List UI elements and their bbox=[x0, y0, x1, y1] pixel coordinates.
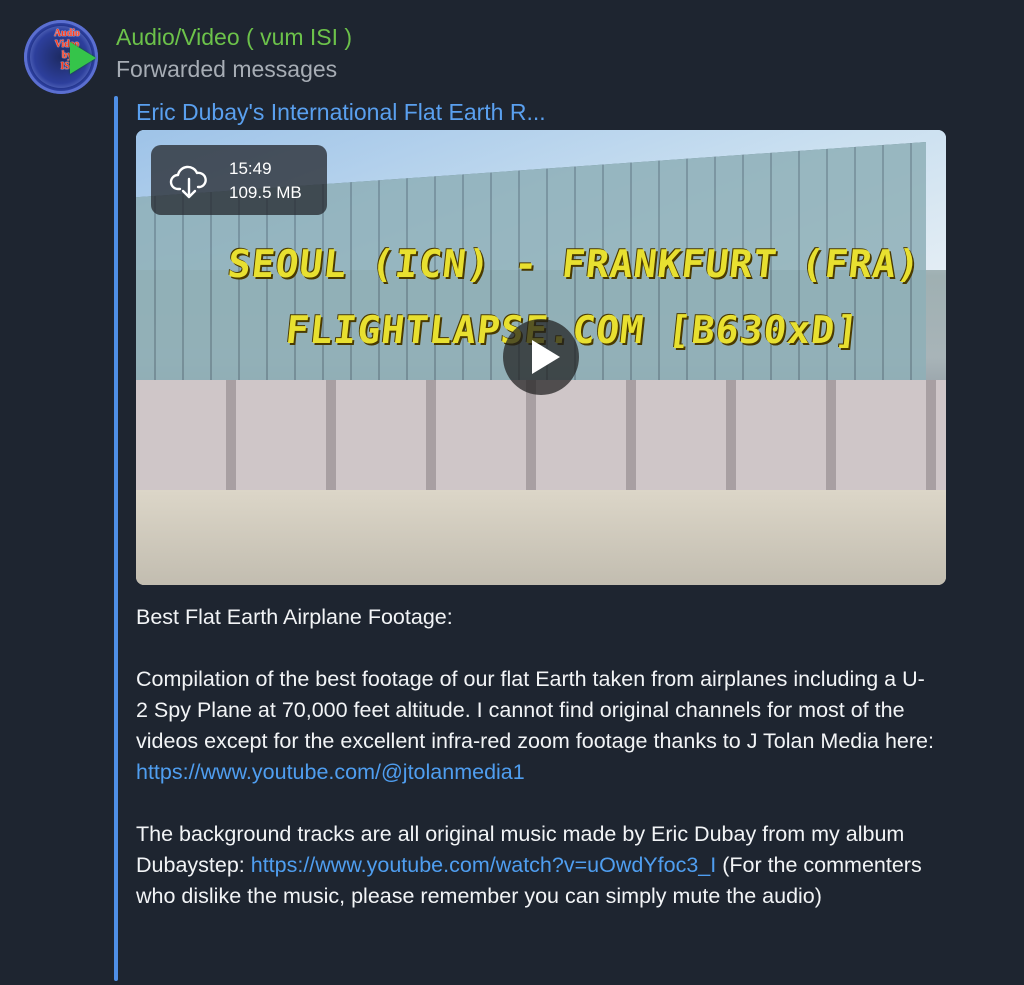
jtolanmedia-link[interactable]: https://www.youtube.com/@jtolanmedia1 bbox=[136, 760, 525, 784]
message-caption: Best Flat Earth Airplane Footage: Compil… bbox=[136, 602, 936, 912]
video-thumbnail[interactable]: SEOUL (ICN) - FRANKFURT (FRA) FLIGHTLAPS… bbox=[136, 130, 946, 585]
dubaystep-link[interactable]: https://www.youtube.com/watch?v=uOwdYfoc… bbox=[251, 853, 716, 877]
channel-avatar[interactable]: Audio Video by ISI bbox=[24, 20, 98, 94]
caption-paragraph-2: The background tracks are all original m… bbox=[136, 819, 936, 912]
video-duration: 15:49 bbox=[229, 159, 272, 178]
avatar-play-icon bbox=[70, 42, 96, 74]
play-button[interactable] bbox=[503, 319, 579, 395]
video-terminal-facade bbox=[136, 380, 946, 500]
caption-title: Best Flat Earth Airplane Footage: bbox=[136, 605, 453, 629]
video-tarmac bbox=[136, 490, 946, 585]
caption-paragraph-1: Compilation of the best footage of our f… bbox=[136, 664, 936, 788]
channel-name[interactable]: Audio/Video ( vum ISI ) bbox=[116, 24, 352, 51]
caption-p1-text: Compilation of the best footage of our f… bbox=[136, 667, 934, 753]
caption-gap bbox=[136, 633, 936, 664]
video-overlay-title: SEOUL (ICN) - FRANKFURT (FRA) bbox=[225, 242, 923, 286]
forward-quote-bar bbox=[114, 96, 118, 981]
avatar-text-1: Audio bbox=[53, 28, 81, 39]
cloud-download-icon[interactable] bbox=[169, 161, 209, 201]
forwarded-from-link[interactable]: Eric Dubay's International Flat Earth R.… bbox=[136, 99, 546, 126]
caption-gap-2 bbox=[136, 788, 936, 819]
channel-subtitle: Forwarded messages bbox=[116, 56, 338, 82]
video-file-size: 109.5 MB bbox=[229, 183, 302, 202]
play-icon bbox=[532, 340, 560, 374]
download-badge[interactable]: 15:49 109.5 MB bbox=[151, 145, 327, 215]
